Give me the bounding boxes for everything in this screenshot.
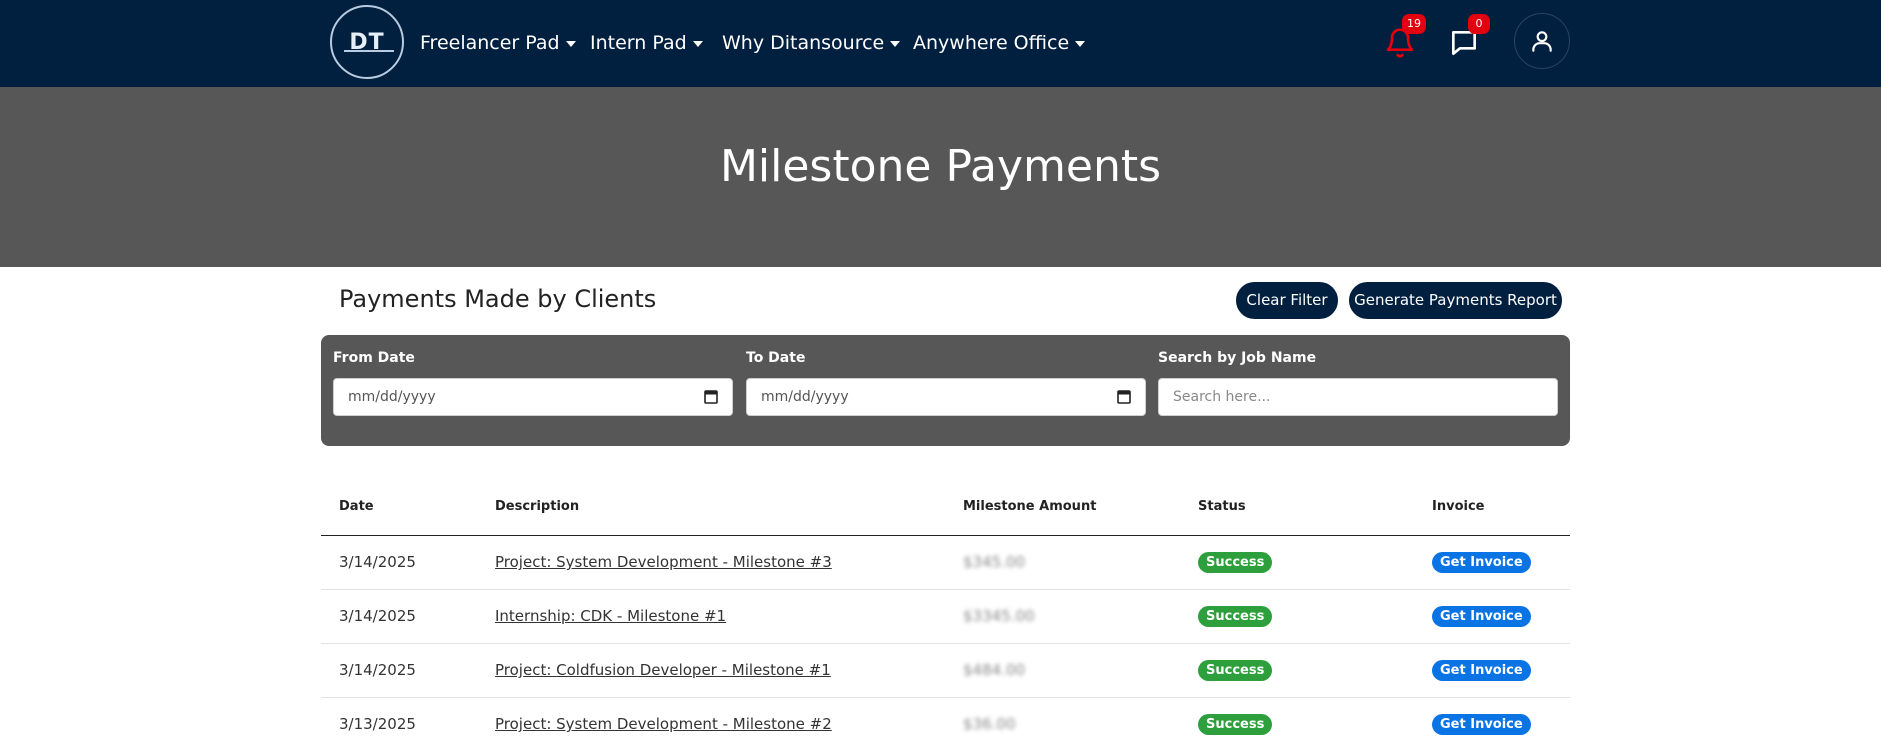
section-title: Payments Made by Clients (339, 285, 657, 313)
column-header-invoice: Invoice (1432, 499, 1485, 514)
filter-panel: From Date mm/dd/yyyy To Date mm/dd/yyyy … (321, 335, 1570, 446)
table-row: 3/13/2025 Project: System Development - … (321, 698, 1570, 752)
search-job-placeholder: Search here... (1173, 389, 1271, 405)
clear-filter-button[interactable]: Clear Filter (1236, 282, 1338, 319)
row-description-link[interactable]: Project: System Development - Milestone … (495, 715, 832, 733)
hero-banner: Milestone Payments (0, 87, 1881, 267)
table-row: 3/14/2025 Project: System Development - … (321, 536, 1570, 590)
status-badge: Success (1198, 606, 1273, 627)
messages-badge: 0 (1468, 14, 1490, 34)
user-profile-button[interactable] (1514, 13, 1570, 69)
caret-down-icon (692, 40, 703, 47)
row-description-link[interactable]: Project: System Development - Milestone … (495, 553, 832, 571)
row-milestone-amount: $345.00 (963, 553, 1026, 571)
nav-anywhere-office[interactable]: Anywhere Office (913, 29, 1086, 57)
notifications-button[interactable]: 19 (1380, 14, 1426, 64)
nav-intern-pad-label: Intern Pad (590, 32, 687, 54)
status-badge: Success (1198, 660, 1273, 681)
get-invoice-button[interactable]: Get Invoice (1432, 660, 1531, 681)
row-milestone-amount: $3345.00 (963, 607, 1035, 625)
row-description-link[interactable]: Internship: CDK - Milestone #1 (495, 607, 726, 625)
column-header-status: Status (1198, 499, 1246, 514)
ditansource-logo[interactable]: DT (330, 5, 404, 79)
row-date: 3/13/2025 (339, 715, 416, 733)
row-milestone-amount: $36.00 (963, 715, 1016, 733)
get-invoice-button[interactable]: Get Invoice (1432, 714, 1531, 735)
generate-report-button[interactable]: Generate Payments Report (1349, 282, 1562, 319)
from-date-label: From Date (333, 350, 415, 366)
top-navbar: DT Freelancer Pad Intern Pad Why Ditanso… (0, 0, 1881, 87)
table-row: 3/14/2025 Project: Coldfusion Developer … (321, 644, 1570, 698)
to-date-placeholder: mm/dd/yyyy (761, 389, 849, 405)
row-date: 3/14/2025 (339, 607, 416, 625)
row-date: 3/14/2025 (339, 661, 416, 679)
status-badge: Success (1198, 552, 1273, 573)
caret-down-icon (565, 40, 576, 47)
caret-down-icon (1075, 40, 1086, 47)
nav-freelancer-pad[interactable]: Freelancer Pad (420, 29, 576, 57)
column-header-milestone-amount: Milestone Amount (963, 499, 1097, 514)
page-title: Milestone Payments (719, 141, 1162, 192)
nav-why-ditansource[interactable]: Why Ditansource (722, 29, 901, 57)
column-header-description: Description (495, 499, 580, 514)
calendar-icon[interactable] (704, 389, 718, 404)
search-job-input[interactable]: Search here... (1158, 378, 1558, 416)
to-date-label: To Date (746, 350, 806, 366)
table-row: 3/14/2025 Internship: CDK - Milestone #1… (321, 590, 1570, 644)
from-date-placeholder: mm/dd/yyyy (348, 389, 436, 405)
logo-underline (344, 50, 394, 52)
nav-anywhere-office-label: Anywhere Office (913, 32, 1070, 54)
nav-why-ditansource-label: Why Ditansource (722, 32, 885, 54)
calendar-icon[interactable] (1117, 389, 1131, 404)
nav-intern-pad[interactable]: Intern Pad (590, 29, 703, 57)
status-badge: Success (1198, 714, 1273, 735)
get-invoice-button[interactable]: Get Invoice (1432, 552, 1531, 573)
to-date-input[interactable]: mm/dd/yyyy (746, 378, 1146, 416)
messages-button[interactable]: 0 (1444, 14, 1490, 64)
column-header-date: Date (339, 499, 374, 514)
caret-down-icon (890, 40, 901, 47)
notifications-badge: 19 (1402, 14, 1426, 34)
get-invoice-button[interactable]: Get Invoice (1432, 606, 1531, 627)
search-job-label: Search by Job Name (1158, 350, 1317, 366)
row-date: 3/14/2025 (339, 553, 416, 571)
user-icon (1532, 31, 1552, 52)
row-description-link[interactable]: Project: Coldfusion Developer - Mileston… (495, 661, 831, 679)
nav-freelancer-pad-label: Freelancer Pad (420, 32, 560, 54)
from-date-input[interactable]: mm/dd/yyyy (333, 378, 733, 416)
row-milestone-amount: $484.00 (963, 661, 1026, 679)
